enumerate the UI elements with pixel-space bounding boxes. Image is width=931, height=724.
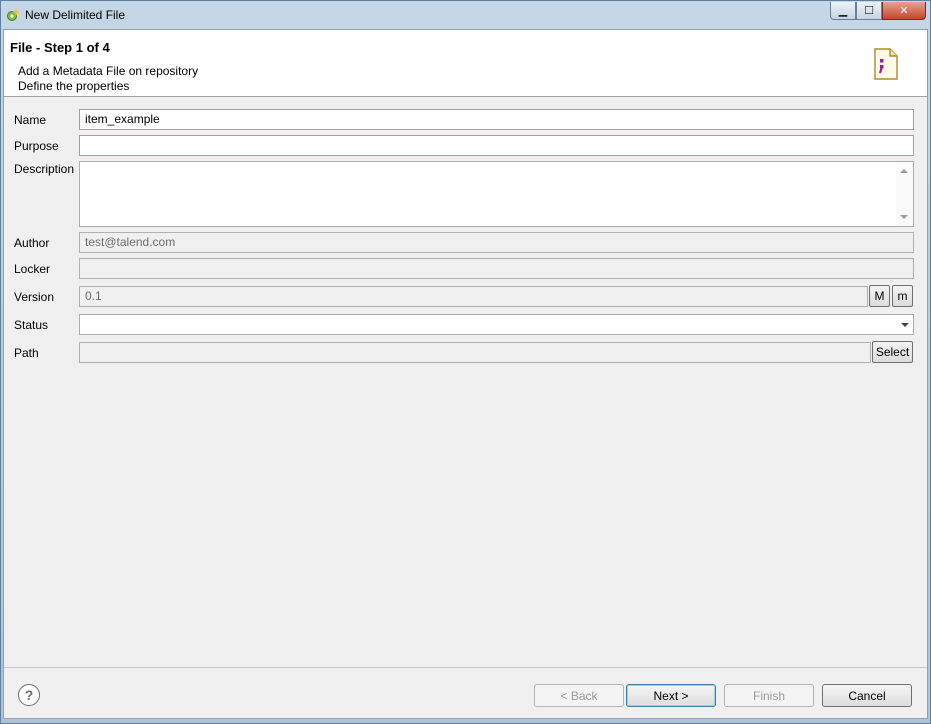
locker-label: Locker [14, 262, 51, 276]
close-button[interactable]: ✕ [882, 2, 926, 20]
name-label: Name [14, 113, 47, 127]
minor-version-button[interactable]: m [892, 285, 913, 307]
scroll-up-icon[interactable] [900, 169, 908, 173]
purpose-label: Purpose [14, 139, 59, 153]
major-version-button[interactable]: M [869, 285, 890, 307]
maximize-button[interactable]: ☐ [856, 2, 882, 20]
path-input [79, 342, 871, 363]
locker-input [79, 258, 914, 279]
author-label: Author [14, 236, 50, 250]
description-textarea[interactable] [79, 161, 914, 227]
description-scrollbar[interactable] [896, 162, 913, 226]
next-button[interactable]: Next > [626, 684, 716, 707]
window-title: New Delimited File [25, 8, 126, 22]
description-label: Description [14, 162, 75, 176]
scroll-down-icon[interactable] [900, 215, 908, 219]
purpose-input[interactable] [79, 135, 914, 156]
footer-divider [4, 667, 927, 668]
delimited-file-icon [874, 48, 898, 80]
author-input: test@talend.com [79, 232, 914, 253]
path-label: Path [14, 346, 39, 360]
chevron-down-icon[interactable] [901, 323, 909, 327]
cancel-button[interactable]: Cancel [822, 684, 912, 707]
select-path-button[interactable]: Select [872, 341, 913, 363]
step-title: File - Step 1 of 4 [10, 40, 110, 55]
status-select[interactable] [79, 314, 914, 335]
help-icon[interactable]: ? [18, 684, 40, 706]
step-subtitle: Define the properties [18, 79, 130, 93]
version-label: Version [14, 290, 55, 304]
name-input[interactable]: item_example [79, 109, 914, 130]
window-controls: ▁ ☐ ✕ [830, 2, 926, 20]
title-bar[interactable]: New Delimited File ▁ ☐ ✕ [1, 1, 930, 29]
dialog-window: New Delimited File ▁ ☐ ✕ File - Step 1 o… [0, 0, 931, 724]
description-value [80, 162, 913, 168]
finish-button[interactable]: Finish [724, 684, 814, 707]
back-button[interactable]: < Back [534, 684, 624, 707]
step-description: Add a Metadata File on repository [18, 64, 199, 78]
minimize-button[interactable]: ▁ [830, 2, 856, 20]
status-label: Status [14, 318, 49, 332]
wizard-header: File - Step 1 of 4 Add a Metadata File o… [4, 30, 927, 97]
status-value [80, 317, 85, 331]
version-input: 0.1 [79, 286, 868, 307]
app-icon [7, 8, 20, 21]
dialog-content: File - Step 1 of 4 Add a Metadata File o… [3, 29, 928, 719]
